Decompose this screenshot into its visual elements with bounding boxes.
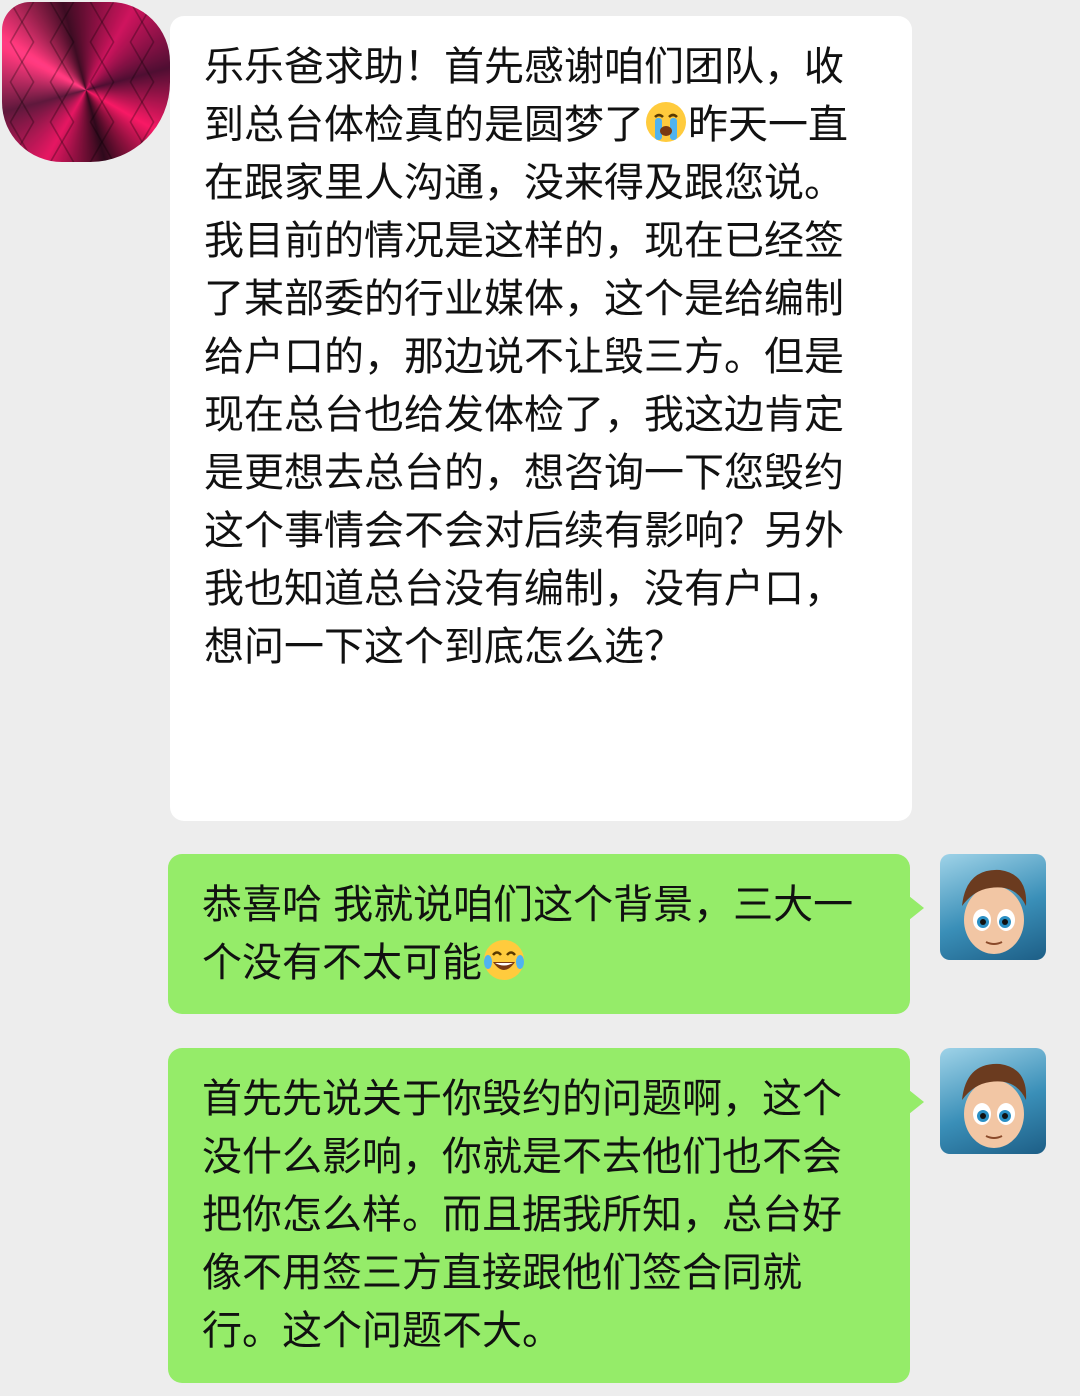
- sender-avatar[interactable]: [2, 2, 170, 162]
- outgoing-message-bubble[interactable]: 恭喜哈 我就说咱们这个背景，三大一个没有不太可能: [168, 854, 924, 1014]
- self-avatar[interactable]: [940, 854, 1046, 960]
- cartoon-boy-avatar-icon: [962, 1063, 1027, 1148]
- message-text: 恭喜哈 我就说咱们这个背景，三大一个没有不太可能: [202, 883, 854, 985]
- message-text: 首先先说关于你毁约的问题啊，这个没什么影响，你就是不去他们也不会把你怎么样。而且…: [202, 1077, 842, 1353]
- message-paragraph: 我目前的情况是这样的，现在已经签了某部委的行业媒体，这个是给编制给户口的，那边说…: [204, 219, 844, 669]
- cartoon-boy-avatar-icon: [962, 869, 1027, 954]
- tears-of-joy-emoji-icon: [484, 940, 524, 980]
- loudly-crying-face-emoji-icon: [646, 102, 686, 142]
- incoming-message-bubble[interactable]: 乐乐爸求助！首先感谢咱们团队，收到总台体检真的是圆梦了 昨天一直在跟家里人沟通，没…: [170, 16, 912, 821]
- outgoing-message-bubble[interactable]: 首先先说关于你毁约的问题啊，这个没什么影响，你就是不去他们也不会把你怎么样。而且…: [168, 1048, 924, 1383]
- self-avatar[interactable]: [940, 1048, 1046, 1154]
